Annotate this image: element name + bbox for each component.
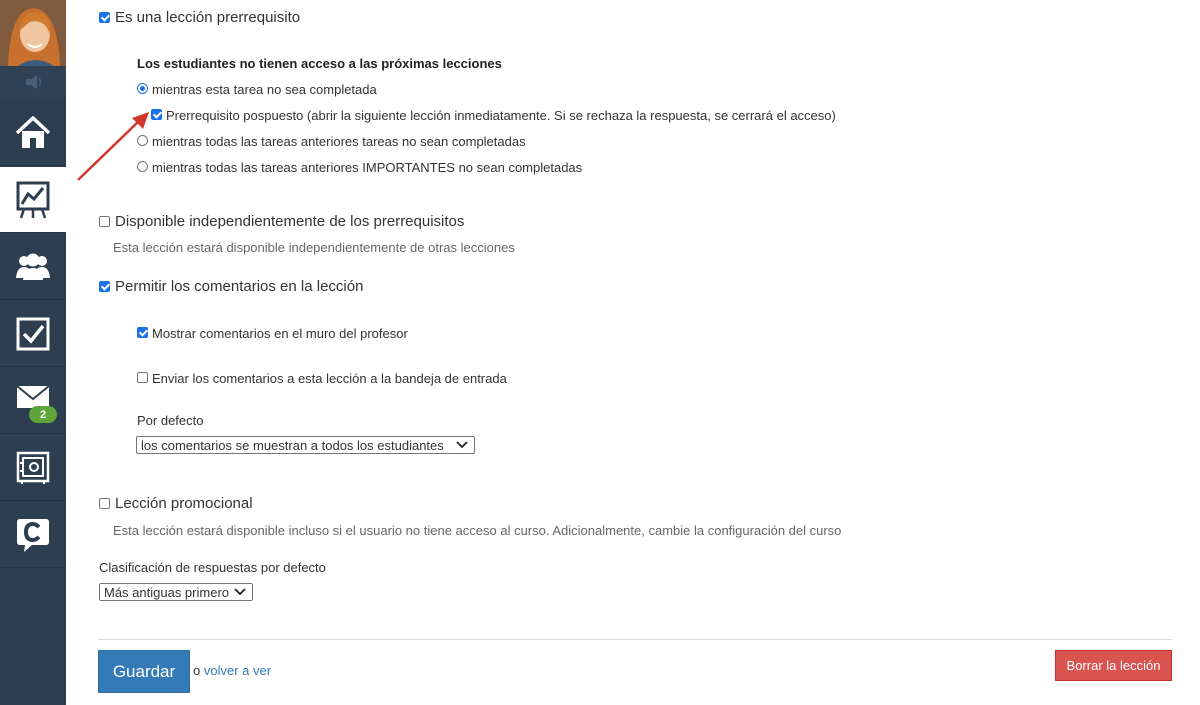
mail-icon [16, 384, 50, 408]
sorting-label: Clasificación de respuestas por defecto [99, 560, 326, 575]
default-visibility-select[interactable]: los comentarios se muestran a todos los … [136, 436, 475, 454]
show-on-wall-label: Mostrar comentarios en el muro del profe… [152, 326, 408, 341]
prereq-option-1-radio[interactable] [137, 83, 148, 94]
annotation-arrow-icon [77, 112, 149, 181]
prereq-option-3-label: mientras todas las tareas anteriores IMP… [152, 160, 583, 175]
sidebar-item-chat[interactable] [0, 502, 66, 568]
unread-badge: 2 [29, 406, 57, 423]
send-inbox-checkbox[interactable] [137, 372, 148, 383]
independent-description: Esta lección estará disponible independi… [113, 240, 515, 255]
promo-description: Esta lección estará disponible incluso s… [113, 523, 842, 538]
or-label: o [193, 663, 201, 678]
sidebar-empty [0, 570, 66, 705]
prereq-heading: Los estudiantes no tienen acceso a las p… [137, 56, 502, 71]
show-on-wall-checkbox[interactable] [137, 327, 148, 338]
delete-lesson-button[interactable]: Borrar la lección [1055, 650, 1172, 681]
prereq-option-1-label: mientras esta tarea no sea completada [152, 82, 377, 97]
home-icon [15, 115, 51, 148]
prereq-option-2-label: mientras todas las tareas anteriores tar… [152, 134, 526, 149]
or-text: o volver a ver [193, 663, 271, 678]
chevron-down-icon [456, 441, 468, 449]
sidebar-item-users[interactable] [0, 234, 66, 300]
prereq-label: Es una lección prerrequisito [115, 9, 301, 26]
default-visibility-label: Por defecto [137, 413, 204, 428]
sidebar-item-messages[interactable]: 2 [0, 368, 66, 434]
promo-checkbox[interactable] [99, 498, 110, 509]
back-link[interactable]: volver a ver [204, 663, 271, 678]
chart-board-icon [16, 181, 50, 218]
sorting-value: Más antiguas primero [104, 584, 229, 600]
send-inbox-label: Enviar los comentarios a esta lección a … [152, 371, 507, 386]
default-visibility-value: los comentarios se muestran a todos los … [141, 437, 444, 453]
save-button[interactable]: Guardar [98, 650, 190, 693]
users-icon [16, 253, 50, 280]
sidebar-item-home[interactable] [0, 100, 66, 166]
comments-checkbox[interactable] [99, 281, 110, 292]
sidebar-item-lessons[interactable] [0, 167, 66, 233]
prereq-checkbox[interactable] [99, 12, 110, 23]
sidebar-item-storage[interactable] [0, 435, 66, 501]
megaphone-icon [26, 75, 42, 89]
avatar[interactable] [0, 0, 66, 66]
sorting-select[interactable]: Más antiguas primero [99, 583, 253, 601]
sidebar-item-tasks[interactable] [0, 301, 66, 367]
footer-divider [98, 639, 1172, 640]
independent-checkbox[interactable] [99, 216, 110, 227]
comments-label: Permitir los comentarios en la lección [115, 278, 364, 295]
chevron-down-icon [234, 588, 246, 596]
promo-label: Lección promocional [115, 495, 253, 512]
independent-label: Disponible independientemente de los pre… [115, 213, 465, 230]
announcement-area [0, 66, 66, 98]
safe-icon [16, 451, 50, 484]
checkbox-task-icon [16, 317, 50, 350]
sidebar: 2 [0, 0, 66, 705]
postponed-label: Prerrequisito pospuesto (abrir la siguie… [166, 108, 836, 123]
chat-logo-icon [17, 518, 49, 552]
